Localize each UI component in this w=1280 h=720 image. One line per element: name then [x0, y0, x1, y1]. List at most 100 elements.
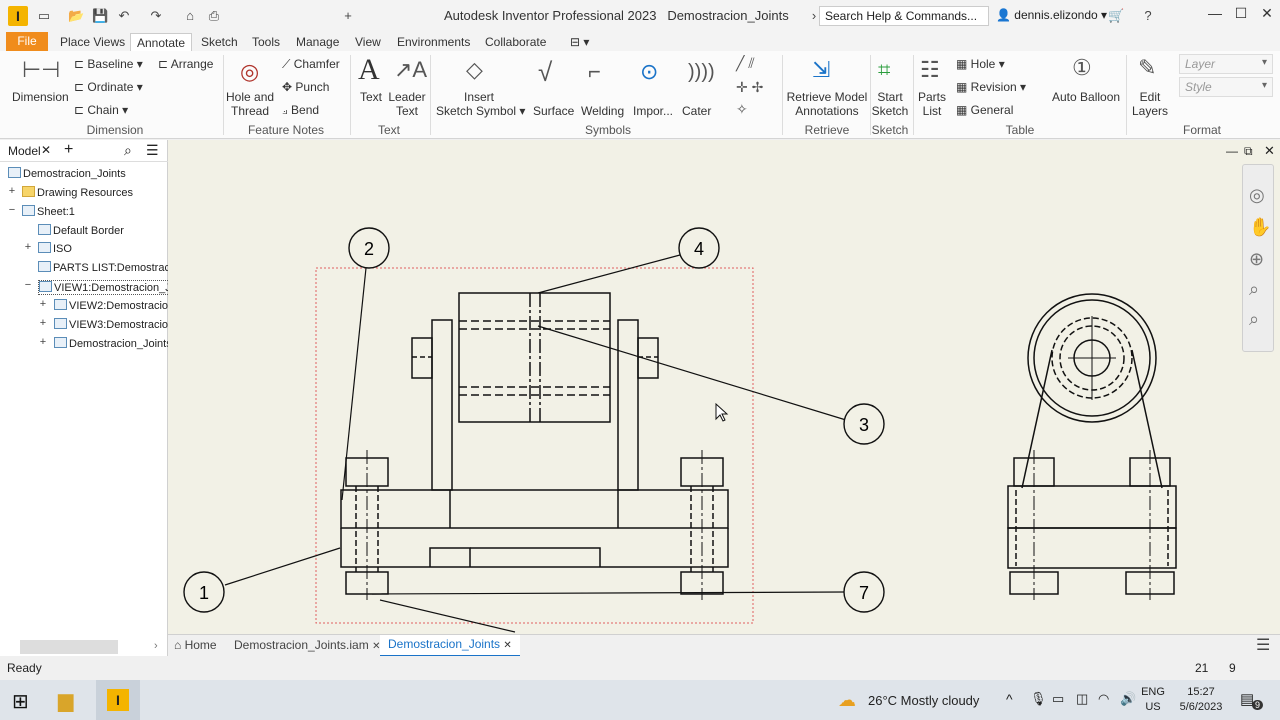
hole-table-button[interactable]: ▦ Hole ▾ — [956, 57, 1005, 71]
canvas-minimize-icon[interactable]: — — [1226, 144, 1238, 158]
clock[interactable]: 15:27 5/6/2023 — [1176, 685, 1226, 715]
hole-thread-button[interactable]: Hole and Thread — [226, 90, 274, 118]
ordinate-button[interactable]: ⊏ Ordinate ▾ — [74, 80, 143, 94]
expand-icon[interactable]: + — [23, 241, 33, 253]
tab-sketch[interactable]: Sketch — [201, 33, 238, 51]
file-explorer-icon[interactable]: ▆ — [58, 688, 73, 713]
tree-item-view1[interactable]: VIEW1:Demostracion_Joi — [38, 280, 181, 295]
undo-icon[interactable]: ↶ — [116, 8, 132, 24]
menu-icon[interactable]: ☰ — [146, 142, 159, 159]
expand-icon[interactable]: + — [7, 185, 17, 197]
minimize-button[interactable]: — — [1204, 5, 1226, 25]
bend-button[interactable]: ⟓ Bend — [282, 103, 319, 118]
baseline-button[interactable]: ⊏ Baseline ▾ — [74, 57, 143, 71]
windows-start-icon[interactable]: ⊞ — [12, 689, 29, 714]
tree-item-view3[interactable]: VIEW3:Demostracion_ — [54, 318, 180, 331]
user-menu[interactable]: 👤 dennis.elizondo ▾ — [996, 8, 1107, 22]
close-tab-icon[interactable]: ✕ — [503, 640, 511, 651]
sparkle-tool-icon[interactable]: ✧ — [736, 101, 748, 118]
battery-icon[interactable]: ▭ — [1052, 691, 1064, 707]
balloon-4[interactable]: 4 — [678, 227, 720, 269]
zoom-window-icon[interactable]: ⌕ — [1249, 279, 1259, 300]
inventor-logo[interactable]: I — [8, 6, 28, 26]
home-icon[interactable]: ⌂ — [182, 8, 198, 24]
tab-environments[interactable]: Environments — [397, 33, 470, 51]
canvas-close-icon[interactable]: ✕ — [1264, 143, 1275, 159]
weather-icon[interactable]: ☁ — [838, 690, 856, 711]
balloon-7[interactable]: 7 — [843, 571, 885, 613]
tab-home[interactable]: ⌂ Home — [174, 638, 217, 652]
add-browser-icon[interactable]: + — [64, 141, 73, 159]
auto-balloon-button[interactable]: Auto Balloon — [1052, 90, 1120, 104]
collapse-icon[interactable]: − — [23, 279, 33, 291]
dimension-button[interactable]: Dimension — [12, 90, 69, 104]
tree-item-iso[interactable]: ISO — [38, 242, 72, 255]
tree-item-view2[interactable]: VIEW2:Demostracion_ — [54, 299, 180, 312]
side-view-geometry[interactable] — [1007, 293, 1177, 600]
drawing-canvas[interactable]: 1 2 3 4 7 — ⧉ ✕ ◎ ✋ ⊕ ⌕ ⌕ — [168, 140, 1280, 634]
point-tool-icon[interactable]: ✛ ✢ — [736, 79, 763, 96]
plus-icon[interactable]: + — [340, 8, 356, 24]
tab-list-icon[interactable]: ☰ — [1256, 635, 1270, 655]
surface-button[interactable]: Surface — [533, 104, 574, 118]
balloon-3[interactable]: 3 — [843, 403, 885, 445]
collapse-icon[interactable]: − — [7, 204, 17, 216]
show-hidden-icons-icon[interactable]: ^ — [1006, 691, 1013, 707]
ribbon-display-toggle[interactable]: ⊟ ▾ — [570, 33, 589, 51]
save-icon[interactable]: 💾 — [92, 8, 108, 24]
tree-item-root[interactable]: Demostracion_Joints — [8, 167, 126, 180]
pan-icon[interactable]: ✋ — [1249, 217, 1271, 238]
help-icon[interactable]: ? — [1140, 8, 1156, 24]
inventor-taskbar-button[interactable]: I — [96, 680, 140, 720]
close-browser-icon[interactable]: ✕ — [41, 143, 51, 157]
parts-list-button[interactable]: Parts List — [914, 90, 950, 118]
maximize-button[interactable]: ☐ — [1230, 5, 1252, 25]
leader-text-button[interactable]: Leader Text — [386, 90, 428, 118]
edit-layers-button[interactable]: Edit Layers — [1130, 90, 1170, 118]
tab-file[interactable]: File — [6, 32, 48, 51]
tab-place-views[interactable]: Place Views — [60, 33, 125, 51]
tab-collaborate[interactable]: Collaborate — [485, 33, 546, 51]
start-sketch-button[interactable]: Start Sketch — [870, 90, 910, 118]
tab-tools[interactable]: Tools — [252, 33, 280, 51]
print-icon[interactable]: ⎙ — [206, 8, 222, 24]
caterpillar-button[interactable]: Cater — [682, 104, 711, 118]
expand-icon[interactable]: + — [38, 298, 48, 310]
zoom-icon[interactable]: ⊕ — [1249, 249, 1264, 270]
zoom-all-icon[interactable]: ⌕ — [1249, 309, 1259, 330]
punch-button[interactable]: ✥ Punch — [282, 80, 329, 94]
line-tool-icon[interactable]: ╱ ⫽ — [736, 55, 755, 72]
tree-item-sheet[interactable]: Sheet:1 — [22, 205, 75, 218]
new-icon[interactable]: ▭ — [36, 8, 52, 24]
scroll-right-icon[interactable]: › — [154, 640, 158, 652]
tree-item-default-border[interactable]: Default Border — [38, 224, 124, 237]
arrange-button[interactable]: ⊏ Arrange — [158, 57, 213, 71]
camera-icon[interactable]: ◫ — [1076, 691, 1088, 707]
welding-button[interactable]: Welding — [581, 104, 624, 118]
general-table-button[interactable]: ▦ General — [956, 103, 1013, 117]
tab-assembly[interactable]: Demostracion_Joints.iam ✕ — [234, 638, 380, 652]
expand-icon[interactable]: + — [38, 317, 48, 329]
search-icon[interactable]: ⌕ — [124, 142, 132, 159]
style-select[interactable]: Style ▾ — [1179, 77, 1273, 97]
weather-text[interactable]: 26°C Mostly cloudy — [868, 693, 979, 708]
view1-geometry[interactable] — [315, 267, 754, 624]
close-button[interactable]: ✕ — [1256, 5, 1278, 25]
import-button[interactable]: Impor... — [633, 104, 673, 118]
language-indicator[interactable]: ENG US — [1141, 685, 1165, 715]
open-icon[interactable]: 📂 — [68, 8, 84, 24]
redo-icon[interactable]: ↷ — [148, 8, 164, 24]
tab-drawing[interactable]: Demostracion_Joints ✕ — [380, 635, 520, 657]
layer-select[interactable]: Layer ▾ — [1179, 54, 1273, 74]
help-search-input[interactable]: Search Help & Commands... — [819, 6, 989, 26]
tab-manage[interactable]: Manage — [296, 33, 339, 51]
tree-item-assembly[interactable]: Demostracion_Joints. — [54, 337, 175, 350]
steering-wheel-icon[interactable]: ◎ — [1249, 185, 1265, 206]
revision-table-button[interactable]: ▦ Revision ▾ — [956, 80, 1026, 94]
microphone-icon[interactable]: 🎙 — [1030, 691, 1047, 707]
volume-icon[interactable]: 🔊 — [1120, 691, 1136, 707]
drawing-sheet[interactable]: 1 2 3 4 7 — [168, 140, 1280, 634]
tab-annotate[interactable]: Annotate — [130, 33, 193, 51]
chamfer-button[interactable]: ⟋ Chamfer — [282, 57, 340, 72]
balloon-2[interactable]: 2 — [348, 227, 390, 269]
